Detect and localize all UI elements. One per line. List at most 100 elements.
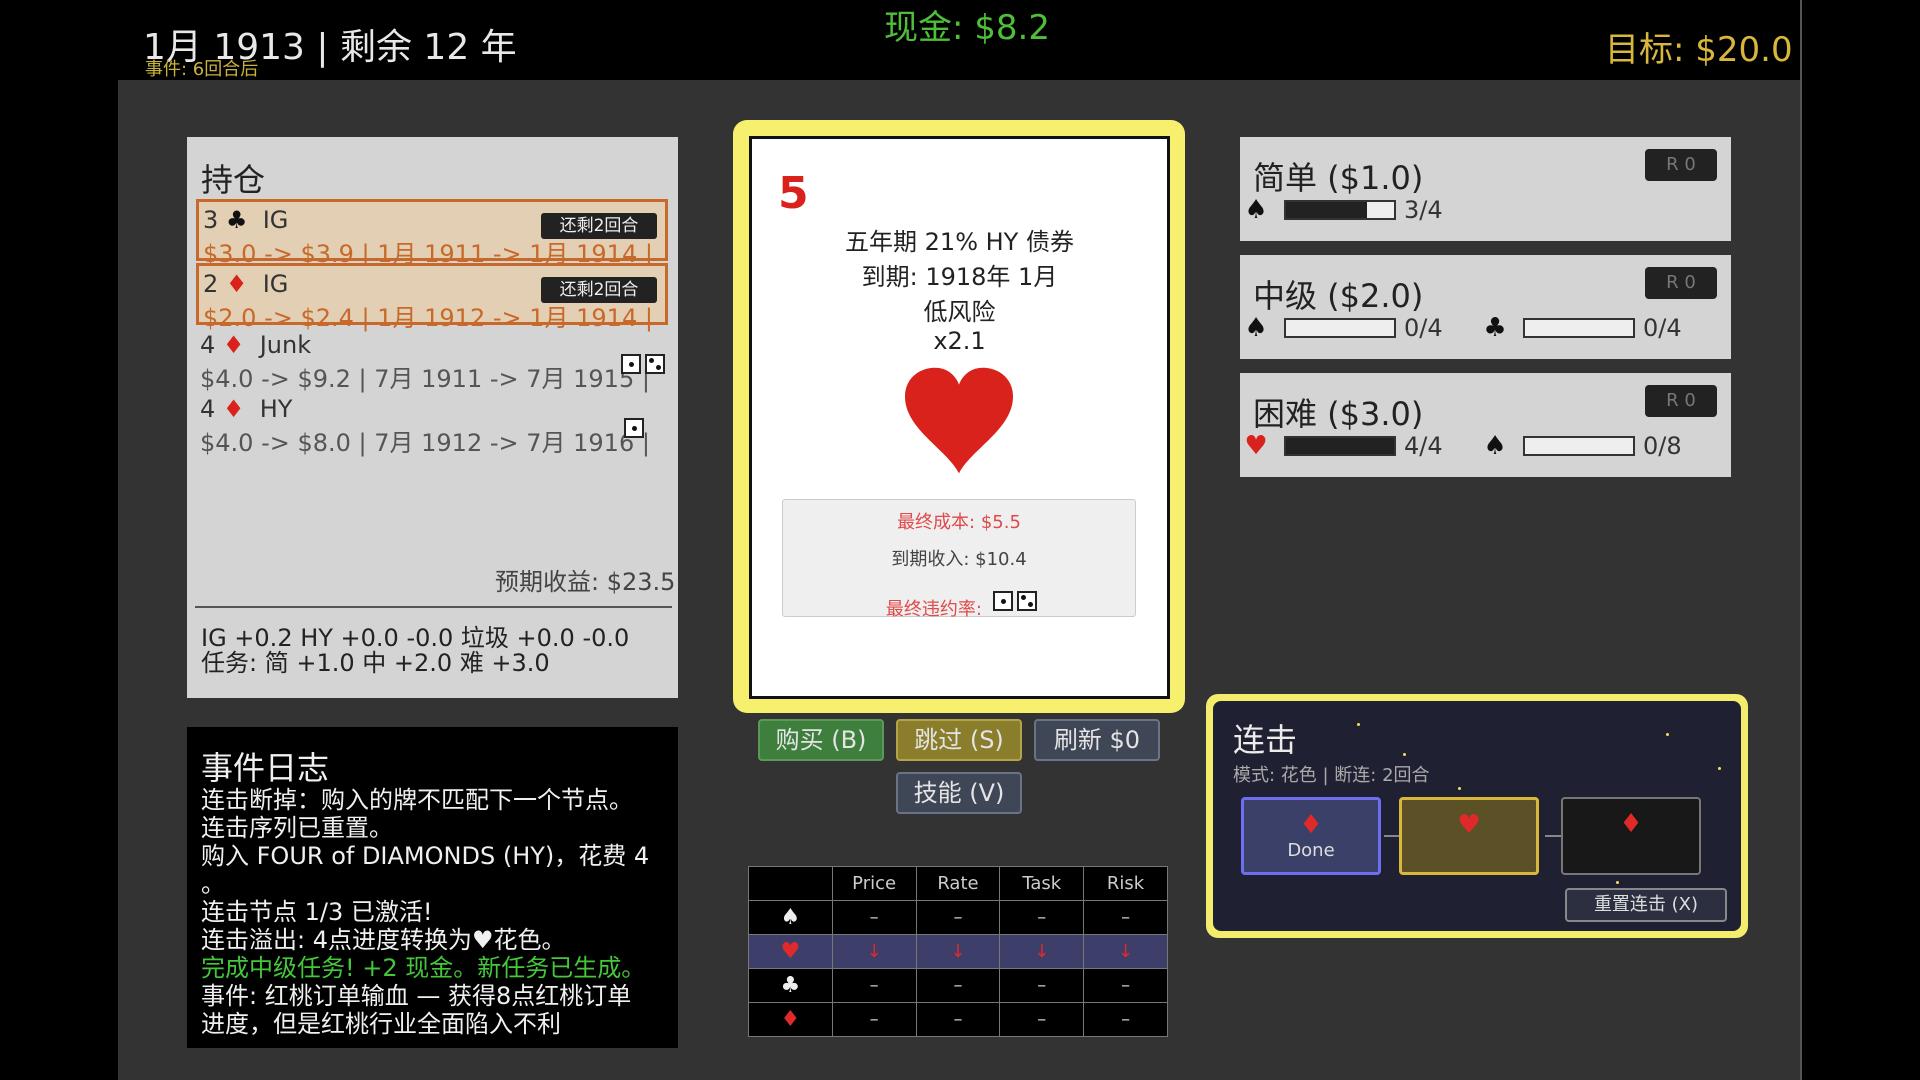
market-table: Price Rate Task Risk ♠ – – – – ♥ ↓ ↓ ↓ ↓… (748, 866, 1168, 1037)
skip-button[interactable]: 跳过 (S) (896, 719, 1022, 761)
log-line: 连击断掉：购入的牌不匹配下一个节点。 (201, 786, 633, 814)
die-one-icon (621, 354, 641, 374)
spade-suit-icon: ♠ (748, 900, 833, 935)
progress-fill (1286, 202, 1367, 218)
club-suit-icon: ♣ (1483, 313, 1507, 343)
holding-rank: 4 (200, 331, 216, 359)
task-title: 中级 ($2.0) (1253, 277, 1424, 315)
market-cell-down-arrow: ↓ (915, 934, 1001, 969)
combo-link (1384, 835, 1400, 837)
log-line: 连击溢出: 4点进度转换为♥花色。 (201, 926, 566, 954)
modifiers-tasks: 任务: 简 +1.0 中 +2.0 难 +3.0 (201, 649, 550, 677)
divider (195, 606, 672, 608)
holding-detail: $4.0 -> $9.2 | 7月 1911 -> 7月 1915 | (200, 365, 650, 393)
skill-button[interactable]: 技能 (V) (896, 772, 1022, 814)
die-one-icon (624, 418, 644, 438)
spade-suit-icon: ♠ (1244, 313, 1268, 343)
market-cell: – (1083, 968, 1168, 1003)
task-hard[interactable]: 困难 ($3.0) R 0 ♥ 4/4 ♠ 0/8 (1240, 373, 1731, 477)
task-reroll-button[interactable]: R 0 (1645, 267, 1717, 299)
card-risk: 低风险 (923, 298, 996, 326)
die-two-icon (645, 354, 665, 374)
heart-suit-icon (905, 367, 1013, 474)
die-one-icon (993, 591, 1013, 611)
market-header: Rate (915, 866, 1001, 901)
market-row-hearts: ♥ ↓ ↓ ↓ ↓ (748, 934, 1168, 969)
holdings-title: 持仓 (201, 161, 266, 199)
log-line: 购入 FOUR of DIAMONDS (HY)，花费 4 (201, 842, 650, 870)
holding-type: IG (262, 270, 289, 298)
task-reroll-button[interactable]: R 0 (1645, 149, 1717, 181)
diamond-suit-icon: ♦ (222, 331, 245, 359)
task-medium[interactable]: 中级 ($2.0) R 0 ♠ 0/4 ♣ 0/4 (1240, 255, 1731, 359)
club-suit-icon: ♣ (748, 968, 833, 1003)
diamond-suit-icon: ♦ (748, 1002, 833, 1037)
holding-item[interactable]: 2 ♦ IG $2.0 -> $2.4 | 1月 1912 -> 1月 1914… (196, 263, 668, 332)
market-cell: – (831, 900, 917, 935)
log-line: 事件: 红桃订单输血 — 获得8点红桃订单 (201, 982, 632, 1010)
heart-suit-icon: ♥ (748, 934, 833, 969)
combo-mode: 模式: 花色 | 断连: 2回合 (1233, 765, 1430, 786)
combo-node-pending: ♦ (1561, 797, 1701, 875)
card-maturity: 到期: 1918年 1月 (861, 263, 1058, 291)
combo-link (1545, 835, 1561, 837)
default-rate-label: 最终违约率: (885, 599, 982, 620)
default-dice (621, 354, 665, 374)
card-multiplier: x2.1 (933, 327, 986, 355)
task-requirement: ♠ 0/4 (1244, 313, 1443, 343)
diamond-suit-icon: ♦ (225, 270, 248, 298)
task-easy[interactable]: 简单 ($1.0) R 0 ♠ 3/4 (1240, 137, 1731, 241)
progress-bar (1284, 200, 1396, 220)
sparkle (1666, 733, 1669, 736)
holding-type: Junk (259, 331, 312, 359)
sparkle (1458, 787, 1461, 790)
market-row-clubs: ♣ – – – – (748, 968, 1168, 1003)
holding-type: IG (262, 206, 289, 234)
progress-text: 3/4 (1404, 196, 1443, 224)
turns-left-badge: 还剩2回合 (541, 277, 657, 303)
market-cell: – (915, 968, 1001, 1003)
final-cost: 最终成本: $5.5 (897, 512, 1021, 533)
progress-text: 0/4 (1404, 314, 1443, 342)
refresh-button[interactable]: 刷新 $0 (1034, 719, 1160, 761)
goal-display: 目标: $20.0 (1605, 30, 1793, 70)
task-reroll-button[interactable]: R 0 (1645, 385, 1717, 417)
diamond-suit-icon: ♦ (1619, 809, 1643, 839)
market-row-diamonds: ♦ – – – – (748, 1002, 1168, 1037)
spade-suit-icon: ♠ (1244, 195, 1268, 225)
log-line: 。 (201, 870, 225, 898)
holding-item[interactable]: 4 ♦ HY $4.0 -> $8.0 | 7月 1912 -> 7月 1916… (196, 391, 668, 457)
next-event-hint: 事件: 6回合后 (145, 59, 259, 80)
holding-item[interactable]: 3 ♣ IG $3.0 -> $3.9 | 1月 1911 -> 1月 1914… (196, 199, 668, 268)
task-requirement: ♠ 3/4 (1244, 195, 1443, 225)
combo-title: 连击 (1233, 721, 1298, 759)
market-cell: – (831, 968, 917, 1003)
spade-suit-icon: ♠ (1483, 431, 1507, 461)
holding-item[interactable]: 4 ♦ Junk $4.0 -> $9.2 | 7月 1911 -> 7月 19… (196, 327, 668, 393)
log-line: 连击序列已重置。 (201, 814, 393, 842)
holding-detail: $4.0 -> $8.0 | 7月 1912 -> 7月 1916 | (200, 429, 650, 457)
market-cell: – (831, 1002, 917, 1037)
cash-display: 现金: $8.2 (884, 8, 1050, 48)
buy-button[interactable]: 购买 (B) (758, 719, 884, 761)
event-log-lines: 连击断掉：购入的牌不匹配下一个节点。 连击序列已重置。 购入 FOUR of D… (201, 786, 671, 1038)
log-line: 进度，但是红桃行业全面陷入不利 (201, 1010, 561, 1038)
market-cell-down-arrow: ↓ (1083, 934, 1168, 969)
die-two-icon (1017, 591, 1037, 611)
progress-bar (1284, 436, 1396, 456)
default-dice (624, 418, 644, 438)
market-cell: – (1083, 900, 1168, 935)
progress-bar (1284, 318, 1396, 338)
holding-type: HY (259, 395, 293, 423)
reset-combo-button[interactable]: 重置连击 (X) (1565, 888, 1727, 922)
turns-left-badge: 还剩2回合 (541, 213, 657, 239)
holding-rank: 4 (200, 395, 216, 423)
diamond-suit-icon: ♦ (222, 395, 245, 423)
sparkle (1403, 753, 1406, 756)
market-header-row: Price Rate Task Risk (748, 866, 1168, 901)
log-line-success: 完成中级任务! +2 现金。新任务已生成。 (201, 954, 646, 982)
task-requirement: ♠ 0/8 (1483, 431, 1681, 461)
market-cell: – (999, 900, 1085, 935)
market-cell: – (1083, 1002, 1168, 1037)
progress-bar (1523, 318, 1635, 338)
